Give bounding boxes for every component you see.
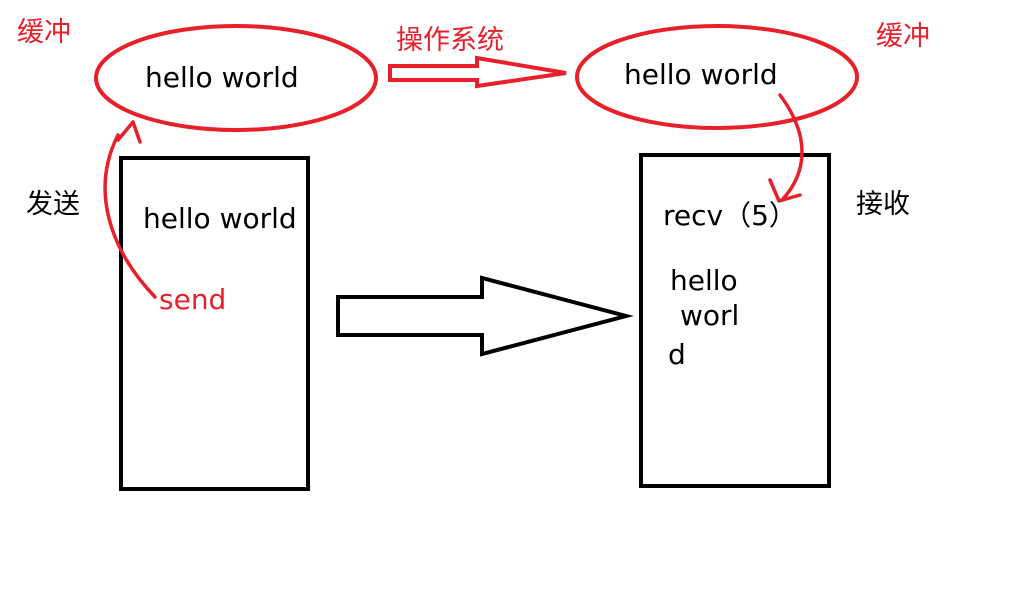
- os-transfer-arrow: [388, 55, 567, 89]
- recv-call-label: recv（5）: [663, 199, 797, 232]
- left-buffer-text: hello world: [145, 61, 299, 94]
- recv-output-line-1: hello: [670, 264, 738, 297]
- recv-side-label: 接收: [856, 189, 910, 220]
- buffer-to-recv-curve: [778, 93, 804, 202]
- send-call-label: send: [159, 283, 227, 316]
- sender-content-text: hello world: [143, 202, 297, 235]
- os-label: 操作系统: [396, 25, 504, 56]
- buffer-label-right: 缓冲: [876, 21, 930, 52]
- transfer-arrow: [336, 275, 634, 357]
- recv-output-line-2: worl: [680, 299, 740, 332]
- send-curve-arrowhead: [116, 120, 142, 144]
- recv-output-line-3: d: [668, 338, 686, 371]
- right-buffer-text: hello world: [624, 58, 778, 91]
- buffer-label-left: 缓冲: [17, 17, 71, 48]
- send-side-label: 发送: [26, 189, 80, 220]
